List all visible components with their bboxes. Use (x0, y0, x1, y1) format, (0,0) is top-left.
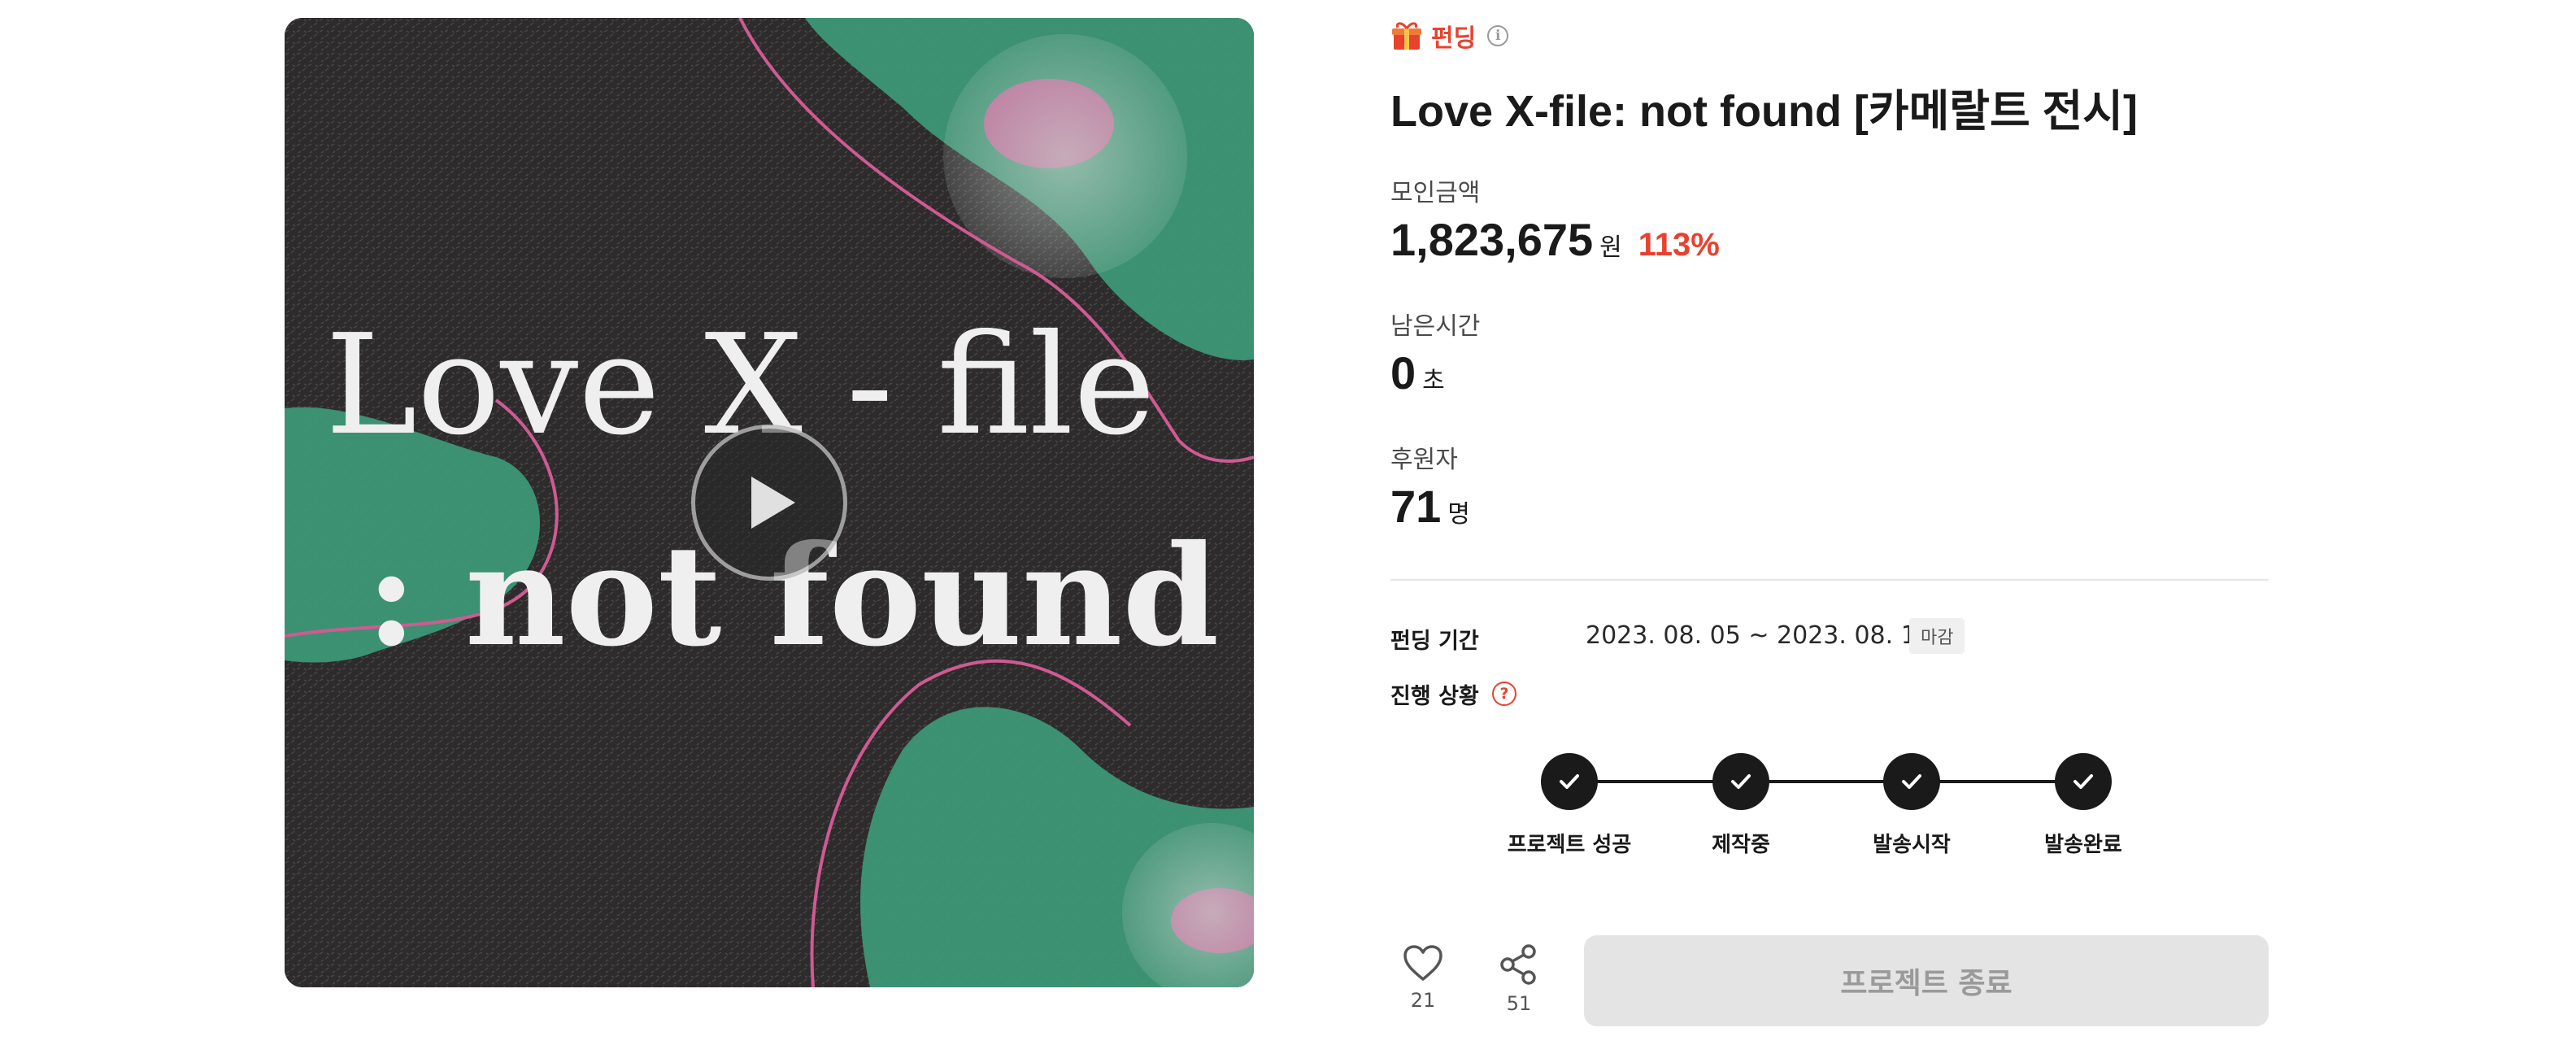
step-in-production: 제작중 (1660, 753, 1822, 858)
time-left-row: 0 초 (1390, 346, 1445, 399)
heart-icon (1403, 945, 1442, 981)
category-row: 펀딩 i (1390, 18, 1509, 54)
backers-row: 71 명 (1390, 480, 1470, 533)
share-button[interactable]: 51 (1486, 943, 1551, 1015)
backers-label: 후원자 (1390, 446, 1458, 474)
step-shipping-started: 발송시작 (1830, 753, 1993, 858)
progress-label: 진행 상황 (1390, 684, 1479, 709)
play-button[interactable] (691, 425, 847, 581)
amount-unit: 원 (1599, 233, 1622, 262)
like-button[interactable]: 21 (1390, 943, 1456, 1012)
progress-steps: 프로젝트 성공 제작중 발송시작 발송완료 (1390, 753, 2269, 859)
like-count: 21 (1410, 989, 1436, 1012)
category-label[interactable]: 펀딩 (1431, 18, 1476, 54)
project-title: Love X-file: not found [카메랄트 전시] (1390, 87, 2138, 136)
project-info-panel: 펀딩 i Love X-file: not found [카메랄트 전시] 모인… (1390, 0, 2269, 1041)
step-check-icon (1883, 753, 1940, 810)
time-left-unit: 초 (1422, 367, 1445, 395)
time-left-label: 남은시간 (1390, 312, 1481, 341)
project-ended-button[interactable]: 프로젝트 종료 (1584, 935, 2269, 1026)
help-icon[interactable]: ? (1492, 682, 1516, 706)
funding-period-label: 펀딩 기간 (1390, 629, 1479, 654)
closed-badge: 마감 (1909, 618, 1965, 654)
step-check-icon (1712, 753, 1769, 810)
info-icon[interactable]: i (1487, 25, 1509, 46)
step-project-success: 프로젝트 성공 (1488, 753, 1651, 858)
play-icon (751, 477, 795, 529)
gift-icon (1392, 22, 1421, 50)
share-count: 51 (1506, 992, 1532, 1015)
step-shipping-complete: 발송완료 (2002, 753, 2165, 858)
project-page: Love X - file : not found 펀딩 i Love X-fi… (0, 0, 2576, 1041)
amount-value: 1,823,675 (1390, 214, 1594, 265)
divider (1390, 579, 2269, 581)
step-label: 제작중 (1712, 833, 1770, 857)
time-left-value: 0 (1390, 347, 1416, 399)
step-label: 발송시작 (1873, 833, 1951, 857)
backers-value: 71 (1390, 481, 1442, 532)
backers-unit: 명 (1447, 500, 1470, 529)
amount-value-row: 1,823,675 원 113% (1390, 213, 1720, 266)
share-icon (1500, 944, 1536, 985)
project-video-thumbnail[interactable]: Love X - file : not found (285, 18, 1254, 987)
step-label: 프로젝트 성공 (1507, 833, 1632, 857)
amount-label: 모인금액 (1390, 179, 1481, 207)
achievement-percent: 113% (1638, 227, 1720, 263)
step-check-icon (2055, 753, 2112, 810)
step-check-icon (1541, 753, 1598, 810)
step-label: 발송완료 (2044, 833, 2122, 857)
funding-period-value: 2023. 08. 05 ~ 2023. 08. 19 (1586, 621, 1932, 650)
